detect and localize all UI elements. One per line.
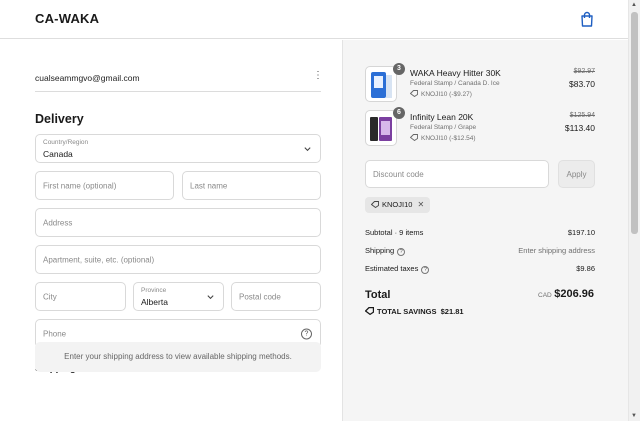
item-name: WAKA Heavy Hitter 30K (410, 68, 501, 78)
taxes-label: Estimated taxes (365, 264, 419, 273)
savings-label: TOTAL SAVINGS (377, 307, 437, 316)
shipping-value: Enter shipping address (518, 246, 595, 255)
quantity-badge: 6 (393, 107, 405, 119)
total-savings: TOTAL SAVINGS $21.81 (365, 307, 464, 316)
tag-icon (365, 307, 374, 315)
taxes-value: $9.86 (576, 264, 595, 273)
first-name-input[interactable]: First name (optional) (35, 171, 174, 200)
item-original-price: $92.97 (573, 68, 595, 75)
total-label: Total (365, 289, 391, 301)
chevron-down-icon (304, 146, 311, 151)
quantity-badge: 3 (393, 63, 405, 75)
item-discount-label: KNOJI10 (-$12.54) (421, 135, 476, 142)
city-input[interactable]: City (35, 282, 126, 311)
store-logo[interactable]: CA-WAKA (35, 11, 99, 26)
apartment-placeholder: Apartment, suite, etc. (optional) (43, 255, 155, 264)
item-name: Infinity Lean 20K (410, 112, 474, 122)
item-variant: Federal Stamp / Grape (410, 124, 477, 131)
province-label: Province (141, 287, 167, 294)
postal-code-input[interactable]: Postal code (231, 282, 321, 311)
remove-discount-icon[interactable]: ✕ (417, 200, 424, 209)
subtotal-row: Subtotal · 9 items $197.10 (365, 228, 595, 237)
subtotal-label: Subtotal · 9 items (365, 228, 424, 237)
subtotal-value: $197.10 (567, 228, 595, 237)
item-price: $83.70 (569, 79, 595, 89)
tag-icon (371, 201, 379, 208)
apply-button[interactable]: Apply (558, 160, 595, 188)
item-variant: Federal Stamp / Canada D. Ice (410, 80, 500, 87)
currency-code: CAD (538, 292, 552, 299)
taxes-row: Estimated taxes? $9.86 (365, 264, 595, 274)
more-options-icon[interactable]: ⋮ (313, 71, 323, 81)
item-original-price: $125.94 (569, 112, 595, 119)
address-input[interactable]: Address (35, 208, 321, 237)
first-name-placeholder: First name (optional) (43, 181, 117, 190)
item-discount: KNOJI10 (-$9.27) (410, 90, 472, 98)
total-value: $206.96 (554, 288, 594, 300)
order-summary: 3 WAKA Heavy Hitter 30K Federal Stamp / … (342, 40, 628, 421)
scroll-up-icon[interactable]: ▲ (631, 2, 637, 8)
shipping-method-notice: Enter your shipping address to view avai… (35, 342, 321, 372)
country-select[interactable]: Country/Region Canada (35, 134, 321, 163)
province-select[interactable]: Province Alberta (133, 282, 224, 311)
help-icon[interactable]: ? (397, 248, 406, 256)
last-name-input[interactable]: Last name (182, 171, 321, 200)
tag-icon (410, 90, 418, 97)
help-icon[interactable]: ? (301, 328, 312, 339)
item-discount: KNOJI10 (-$12.54) (410, 134, 476, 142)
country-label: Country/Region (43, 139, 89, 146)
applied-discount-code: KNOJI10 (382, 200, 413, 209)
chevron-down-icon (207, 294, 214, 299)
province-value: Alberta (141, 297, 168, 307)
postal-code-placeholder: Postal code (239, 292, 281, 301)
cart-item: 6 Infinity Lean 20K Federal Stamp / Grap… (365, 107, 617, 150)
shipping-row: Shipping? Enter shipping address (365, 246, 595, 256)
divider (35, 91, 321, 92)
scroll-down-icon[interactable]: ▼ (631, 413, 637, 419)
item-price: $113.40 (564, 123, 595, 133)
product-image: 3 (365, 63, 405, 102)
help-icon[interactable]: ? (421, 266, 430, 274)
phone-placeholder: Phone (43, 329, 67, 338)
product-image: 6 (365, 107, 405, 146)
country-value: Canada (43, 149, 73, 159)
apartment-input[interactable]: Apartment, suite, etc. (optional) (35, 245, 321, 274)
cart-item: 3 WAKA Heavy Hitter 30K Federal Stamp / … (365, 63, 617, 106)
tag-icon (410, 134, 418, 141)
city-placeholder: City (43, 292, 57, 301)
contact-email: cualseammgvo@gmail.com (35, 73, 140, 83)
shipping-label: Shipping (365, 246, 395, 255)
site-header: CA-WAKA (0, 0, 628, 39)
item-discount-label: KNOJI10 (-$9.27) (421, 91, 472, 98)
shopping-bag-icon[interactable] (580, 11, 594, 27)
address-placeholder: Address (43, 218, 73, 227)
scrollbar[interactable]: ▲ ▼ (628, 0, 640, 421)
discount-code-placeholder: Discount code (373, 170, 424, 179)
savings-value: $21.81 (440, 307, 464, 316)
scrollbar-thumb[interactable] (631, 12, 638, 234)
delivery-title: Delivery (35, 112, 84, 126)
last-name-placeholder: Last name (190, 181, 228, 190)
applied-discount-chip: KNOJI10 ✕ (365, 197, 431, 213)
discount-code-input[interactable]: Discount code (365, 160, 549, 188)
